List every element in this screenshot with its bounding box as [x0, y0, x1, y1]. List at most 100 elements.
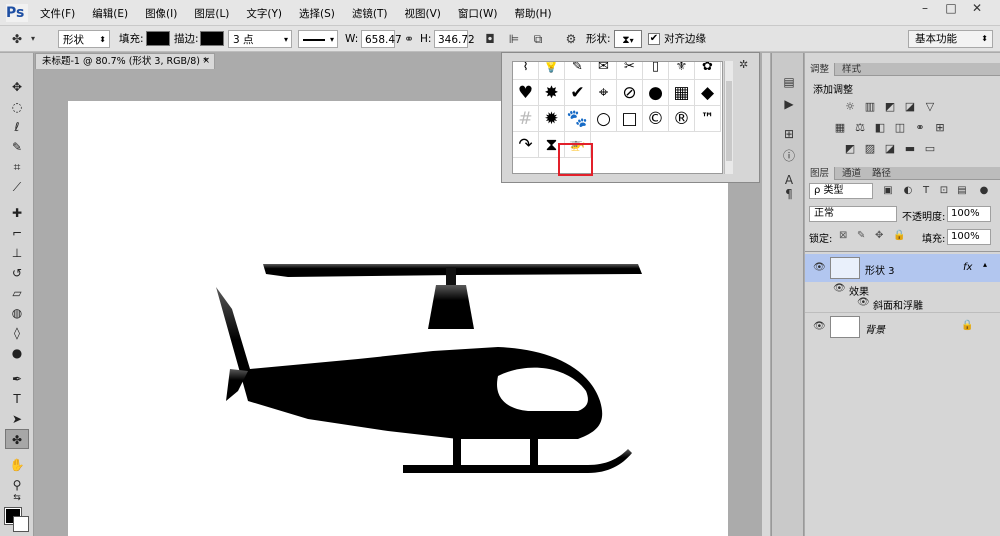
history-icon[interactable]: ▤ [779, 73, 799, 91]
shape-copyright[interactable]: © [643, 106, 669, 132]
black-white-icon[interactable]: ◧ [873, 121, 887, 135]
pixel-filter-icon[interactable]: ▣ [881, 184, 895, 198]
shape-grid-pattern[interactable]: # [513, 106, 539, 132]
clone-stamp-tool-icon[interactable]: ⊥ [5, 243, 29, 263]
color-lookup-icon[interactable]: ⊞ [933, 121, 947, 135]
lock-transparent-icon[interactable]: ⊠ [839, 230, 847, 241]
move-tool-icon[interactable]: ✥ [5, 77, 29, 97]
mode-dropdown[interactable]: 形状 ⬍ [58, 30, 110, 48]
shape-paw-print[interactable]: 🐾 [565, 106, 591, 132]
fill-field[interactable]: 100% [947, 229, 991, 245]
eraser-tool-icon[interactable]: ▱ [5, 283, 29, 303]
shape-fleur-de-lis[interactable]: ⚜ [669, 62, 695, 80]
menu-view[interactable]: 视图(V) [404, 6, 440, 21]
shape-square[interactable]: □ [617, 106, 643, 132]
link-icon[interactable]: ⚭ [400, 30, 418, 48]
layer-row-background[interactable]: 👁 背景 🔒 [805, 312, 1000, 340]
photo-filter-icon[interactable]: ◫ [893, 121, 907, 135]
scroll-thumb[interactable] [726, 81, 732, 161]
effect-bevel-row[interactable]: 👁 斜面和浮雕 [805, 296, 1000, 312]
brightness-icon[interactable]: ☼ [843, 100, 857, 114]
swap-colors-icon[interactable]: ⇆ [5, 491, 29, 505]
pen-tool-icon[interactable]: ✒ [5, 369, 29, 389]
layer-name[interactable]: 背景 [865, 321, 885, 336]
minimize-button[interactable]: – [912, 1, 938, 17]
shape-filter-icon[interactable]: ⊡ [937, 184, 951, 198]
gear-icon[interactable]: ✲ [739, 58, 748, 71]
shape-trademark[interactable]: ™ [695, 106, 721, 132]
posterize-icon[interactable]: ▨ [863, 142, 877, 156]
opacity-field[interactable]: 100% [947, 206, 991, 222]
tab-styles[interactable]: 样式 [837, 63, 866, 76]
tab-channels[interactable]: 通道 [837, 167, 866, 180]
canvas-scrollbar[interactable] [762, 53, 770, 536]
threshold-icon[interactable]: ◪ [883, 142, 897, 156]
shape-no-sign[interactable]: ⊘ [617, 80, 643, 106]
blend-mode-dropdown[interactable]: 正常 [809, 206, 897, 222]
eyedropper-tool-icon[interactable]: ⟋ [5, 177, 29, 197]
shape-checkmark[interactable]: ✔ [565, 80, 591, 106]
tab-paths[interactable]: 路径 [867, 167, 896, 180]
picker-scrollbar[interactable] [724, 61, 733, 174]
menu-edit[interactable]: 编辑(E) [92, 6, 128, 21]
path-select-tool-icon[interactable]: ➤ [5, 409, 29, 429]
tool-preset-arrow-icon[interactable]: ▾ [24, 30, 42, 48]
stroke-size-dropdown[interactable]: 3 点 ▾ [228, 30, 292, 48]
menu-select[interactable]: 选择(S) [299, 6, 335, 21]
path-arrangement-icon[interactable]: ⧉ [529, 30, 547, 48]
shape-tag[interactable]: ▯ [643, 62, 669, 80]
shape-hatch[interactable]: ▦ [669, 80, 695, 106]
shape-arrow[interactable]: ↷ [513, 132, 539, 158]
brush-tool-icon[interactable]: ⌐ [5, 223, 29, 243]
dodge-tool-icon[interactable]: ● [5, 343, 29, 363]
shape-envelope[interactable]: ✉ [591, 62, 617, 80]
fx-badge[interactable]: fx [963, 262, 972, 273]
tab-adjustments[interactable]: 调整 [805, 63, 836, 76]
shape-grass[interactable]: ⌇ [513, 62, 539, 80]
vibrance-icon[interactable]: ▽ [923, 100, 937, 114]
hand-tool-icon[interactable]: ✋ [5, 455, 29, 475]
align-edges-checkbox[interactable]: ✔ [648, 33, 660, 45]
lock-pixels-icon[interactable]: ✎ [857, 230, 865, 241]
shape-target[interactable]: ⌖ [591, 80, 617, 106]
shape-lightbulb[interactable]: 💡 [539, 62, 565, 80]
layer-name[interactable]: 形状 3 [865, 262, 895, 277]
paint-bucket-tool-icon[interactable]: ◍ [5, 303, 29, 323]
crop-tool-icon[interactable]: ⌗ [5, 157, 29, 177]
close-icon[interactable]: × [202, 54, 210, 69]
menu-filter[interactable]: 滤镜(T) [352, 6, 388, 21]
menu-window[interactable]: 窗口(W) [458, 6, 498, 21]
close-window-button[interactable]: ✕ [964, 1, 990, 17]
effects-row[interactable]: 👁 效果 [805, 282, 1000, 298]
healing-brush-tool-icon[interactable]: ✚ [5, 203, 29, 223]
exposure-icon[interactable]: ◪ [903, 100, 917, 114]
stroke-color-swatch[interactable] [200, 31, 224, 46]
menu-layer[interactable]: 图层(L) [194, 6, 229, 21]
gradient-map-icon[interactable]: ▬ [903, 142, 917, 156]
lasso-tool-icon[interactable]: ℓ [5, 117, 29, 137]
shape-diamonds[interactable]: ◆ [695, 80, 721, 106]
type-tool-icon[interactable]: T [5, 389, 29, 409]
background-color-swatch[interactable] [13, 516, 29, 532]
eye-icon[interactable]: 👁 [813, 321, 826, 332]
shape-scissors[interactable]: ✂ [617, 62, 643, 80]
curves-icon[interactable]: ◩ [883, 100, 897, 114]
lock-position-icon[interactable]: ✥ [875, 230, 883, 241]
quick-select-tool-icon[interactable]: ✎ [5, 137, 29, 157]
chevron-up-icon[interactable]: ▴ [983, 260, 987, 269]
menu-type[interactable]: 文字(Y) [246, 6, 282, 21]
shape-burst[interactable]: ✹ [539, 106, 565, 132]
eye-icon[interactable]: 👁 [857, 297, 870, 308]
layer-filter-dropdown[interactable]: ρ 类型 [809, 183, 873, 199]
paragraph-icon[interactable]: ¶ [779, 185, 799, 203]
custom-shape-tool-icon[interactable]: ✤ [5, 429, 29, 449]
shape-flower[interactable]: ✿ [695, 62, 721, 80]
hue-saturation-icon[interactable]: ▦ [833, 121, 847, 135]
color-balance-icon[interactable]: ⚖ [853, 121, 867, 135]
shape-splat[interactable]: ✸ [539, 80, 565, 106]
adjustment-filter-icon[interactable]: ◐ [901, 184, 915, 198]
helicopter-shape[interactable] [208, 251, 648, 481]
fill-color-swatch[interactable] [146, 31, 170, 46]
shape-speech-bubble[interactable]: ● [643, 80, 669, 106]
document-tab[interactable]: 未标题-1 @ 80.7% (形状 3, RGB/8) * × [35, 53, 215, 69]
